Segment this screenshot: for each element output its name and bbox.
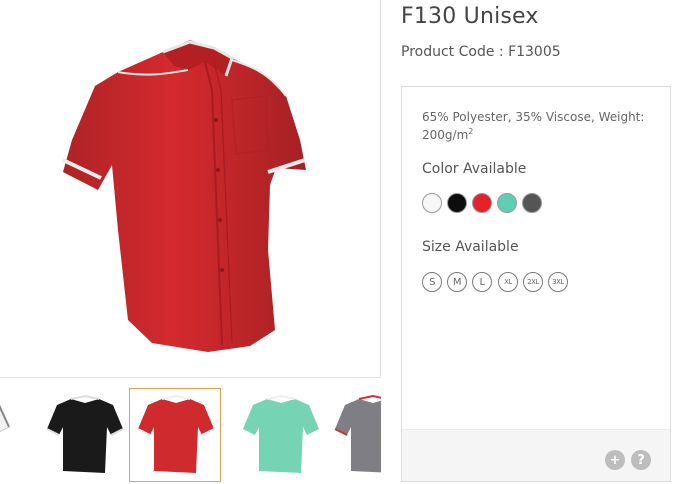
thumbnail-white-shirt[interactable] [0,388,14,482]
color-available-title: Color Available [422,161,527,177]
red-shirt-image [62,40,306,352]
question-icon: ? [637,452,645,468]
thumbnail-red-shirt[interactable] [129,388,221,482]
color-swatch-black[interactable] [447,193,467,213]
thumbnail-black-shirt[interactable] [38,388,130,482]
thumbnail-grey-shirt[interactable] [326,388,381,482]
size-xl-badge[interactable]: XL [498,272,518,292]
size-available-title: Size Available [422,239,519,255]
product-info-panel: 65% Polyester, 35% Viscose, Weight: 200g… [401,86,671,482]
material-superscript: 2 [468,127,474,136]
material-text: 65% Polyester, 35% Viscose, Weight: 200g… [422,110,645,142]
color-swatch-white[interactable] [422,193,442,213]
plus-button[interactable]: + [605,450,625,470]
panel-footer: + ? [402,429,670,481]
size-m-badge[interactable]: M [447,272,467,292]
product-code: Product Code : F13005 [401,44,561,60]
color-swatch-mint[interactable] [497,193,517,213]
size-l-badge[interactable]: L [472,272,492,292]
help-button[interactable]: ? [631,450,651,470]
product-main-image[interactable] [0,0,381,378]
size-2xl-badge[interactable]: 2XL [523,272,543,292]
size-s-badge[interactable]: S [422,272,442,292]
thumbnail-strip [0,388,381,482]
material-description: 65% Polyester, 35% Viscose, Weight: 200g… [422,108,662,144]
plus-icon: + [609,452,621,468]
thumbnail-mint-shirt[interactable] [234,388,326,482]
color-swatch-grey[interactable] [522,193,542,213]
size-3xl-badge[interactable]: 3XL [548,272,568,292]
color-swatch-red[interactable] [472,193,492,213]
product-title: F130 Unisex [401,4,539,29]
